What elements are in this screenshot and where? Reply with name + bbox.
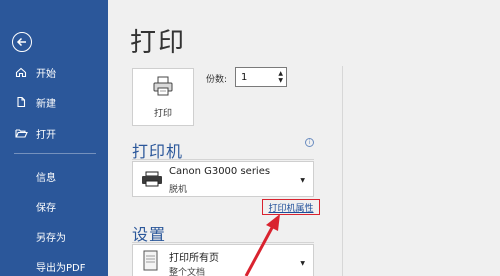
annotation-arrow bbox=[244, 214, 280, 276]
sidebar-item-label: 新建 bbox=[36, 98, 56, 110]
pages-icon bbox=[143, 250, 159, 276]
printer-properties-link[interactable]: 打印机属性 bbox=[262, 199, 320, 215]
printer-device-icon bbox=[141, 171, 163, 191]
sidebar-item-label: 开始 bbox=[36, 68, 56, 80]
sidebar-item-home[interactable]: 开始 bbox=[0, 60, 108, 84]
home-icon bbox=[14, 65, 28, 79]
sidebar-item-label: 信息 bbox=[36, 172, 56, 184]
print-button-label: 打印 bbox=[153, 108, 172, 119]
sidebar-divider bbox=[14, 153, 96, 154]
print-button[interactable]: 打印 bbox=[132, 68, 194, 126]
page-title: 打印 bbox=[130, 28, 187, 58]
sidebar-item-label: 打开 bbox=[36, 129, 56, 141]
section-divider bbox=[132, 159, 314, 160]
printer-icon bbox=[152, 76, 174, 100]
sidebar-item-open[interactable]: 打开 bbox=[0, 121, 108, 145]
copies-value: 1 bbox=[241, 71, 248, 83]
sidebar-item-save[interactable]: 保存 bbox=[0, 194, 108, 218]
printer-name: Canon G3000 series bbox=[169, 166, 271, 177]
sidebar-item-label: 保存 bbox=[36, 202, 56, 214]
chevron-down-icon: ▼ bbox=[300, 177, 305, 184]
info-icon[interactable]: i bbox=[305, 138, 314, 147]
printer-status: 脱机 bbox=[169, 185, 188, 195]
new-document-icon bbox=[14, 95, 28, 109]
spin-arrows-icon[interactable]: ▲ ▼ bbox=[278, 70, 283, 84]
printer-select[interactable]: Canon G3000 series 脱机 ▼ bbox=[132, 161, 314, 197]
sidebar-item-export-pdf[interactable]: 导出为PDF bbox=[0, 254, 108, 276]
print-panel: 打印 打印 份数: 1 ▲ ▼ 打印机 i Canon G3000 series… bbox=[108, 0, 500, 276]
section-divider bbox=[132, 242, 314, 243]
back-arrow-icon[interactable] bbox=[12, 32, 32, 52]
print-range-title: 打印所有页 bbox=[169, 253, 219, 264]
preview-divider bbox=[342, 66, 343, 276]
sidebar-item-new[interactable]: 新建 bbox=[0, 90, 108, 114]
chevron-down-icon: ▼ bbox=[300, 260, 305, 267]
print-range-subtitle: 整个文档 bbox=[169, 268, 206, 276]
copies-stepper[interactable]: 1 ▲ ▼ bbox=[235, 67, 287, 87]
sidebar-item-label: 导出为PDF bbox=[36, 262, 86, 274]
backstage-sidebar: 开始 新建 打开 信息 保存 另存为 导出为PDF bbox=[0, 0, 108, 276]
print-range-select[interactable]: 打印所有页 整个文档 ▼ bbox=[132, 244, 314, 276]
sidebar-item-info[interactable]: 信息 bbox=[0, 164, 108, 188]
copies-label: 份数: bbox=[206, 75, 228, 85]
folder-open-icon bbox=[14, 126, 28, 140]
sidebar-item-label: 另存为 bbox=[36, 232, 66, 244]
sidebar-item-save-as[interactable]: 另存为 bbox=[0, 224, 108, 248]
